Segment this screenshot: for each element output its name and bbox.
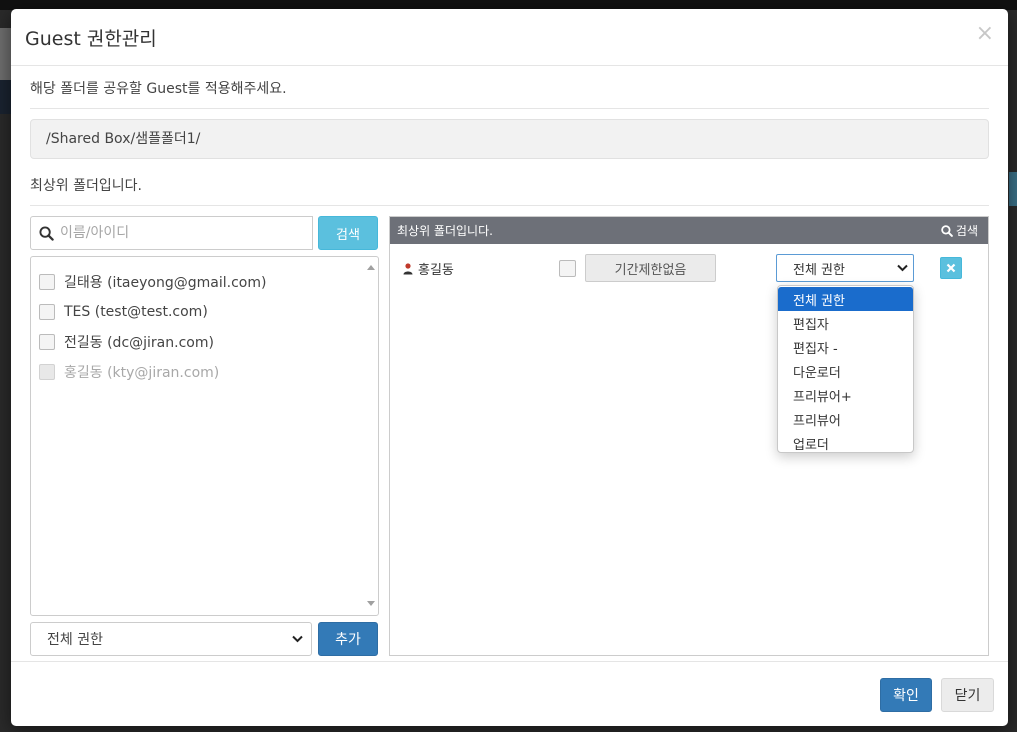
permission-select-value: 전체 권한 <box>47 632 103 648</box>
user-label: 홍길동 (kty@jiran.com) <box>64 365 220 381</box>
role-dropdown: 전체 권한 편집자 편집자 - 다운로더 프리뷰어+ 프리뷰어 업로더 <box>777 285 914 453</box>
guest-search-row: 검색 <box>30 216 379 250</box>
members-search-button[interactable]: 검색 <box>941 222 978 239</box>
role-select-value: 전체 권한 <box>793 262 845 278</box>
instruction-text: 해당 폴더를 공유할 Guest를 적용해주세요. <box>30 66 989 109</box>
role-option[interactable]: 편집자 <box>778 311 913 335</box>
user-icon <box>403 262 413 274</box>
modal-title: Guest 권한관리 <box>25 27 157 50</box>
role-select[interactable]: 전체 권한 <box>776 254 914 282</box>
list-item[interactable]: TES (test@test.com) <box>31 297 378 327</box>
period-limit-button[interactable]: 기간제한없음 <box>585 254 716 282</box>
scroll-up-arrow-icon[interactable] <box>367 265 375 270</box>
member-row: 홍길동 기간제한없음 전체 권한 <box>390 253 988 283</box>
member-name: 홍길동 <box>403 259 454 278</box>
add-row: 전체 권한 추가 <box>30 622 379 656</box>
members-search-label: 검색 <box>955 224 978 238</box>
remove-icon <box>946 263 956 273</box>
role-option[interactable]: 전체 권한 <box>778 287 913 311</box>
user-label: 길태용 (itaeyong@gmail.com) <box>64 275 267 291</box>
user-checkbox[interactable] <box>39 334 55 350</box>
role-option[interactable]: 업로더 <box>778 431 913 455</box>
search-button[interactable]: 검색 <box>318 216 378 250</box>
shared-members-panel: 최상위 폴더입니다. 검색 홍길동 기간제한없음 전체 권한 전체 권한 편집자… <box>389 216 989 656</box>
user-checkbox[interactable] <box>39 304 55 320</box>
modal-body: 해당 폴더를 공유할 Guest를 적용해주세요. /Shared Box/샘플… <box>11 66 1008 676</box>
user-checkbox <box>39 364 55 380</box>
confirm-button[interactable]: 확인 <box>880 678 932 712</box>
user-checkbox[interactable] <box>39 274 55 290</box>
search-icon <box>941 224 953 237</box>
list-item[interactable]: 전길동 (dc@jiran.com) <box>31 327 378 357</box>
modal-header: Guest 권한관리 × <box>11 9 1008 66</box>
chevron-down-icon <box>292 635 303 643</box>
guest-permission-modal: Guest 권한관리 × 해당 폴더를 공유할 Guest를 적용해주세요. /… <box>11 9 1008 726</box>
remove-member-button[interactable] <box>940 257 962 279</box>
search-icon <box>39 225 54 241</box>
add-button[interactable]: 추가 <box>318 622 378 656</box>
member-name-text: 홍길동 <box>418 263 454 278</box>
guest-user-list[interactable]: 길태용 (itaeyong@gmail.com) TES (test@test.… <box>30 256 379 616</box>
top-folder-note: 최상위 폴더입니다. <box>30 159 989 206</box>
user-label: 전길동 (dc@jiran.com) <box>64 335 214 351</box>
chevron-down-icon <box>897 264 908 272</box>
member-checkbox[interactable] <box>559 260 576 277</box>
role-option[interactable]: 편집자 - <box>778 335 913 359</box>
scroll-down-arrow-icon[interactable] <box>367 601 375 606</box>
role-option[interactable]: 프리뷰어 <box>778 407 913 431</box>
permission-select[interactable]: 전체 권한 <box>30 622 312 656</box>
modal-footer: 확인 닫기 <box>11 661 1008 726</box>
members-header: 최상위 폴더입니다. 검색 <box>390 217 988 244</box>
close-button[interactable]: 닫기 <box>941 678 994 712</box>
search-input-wrapper <box>30 216 313 250</box>
search-input[interactable] <box>60 225 290 241</box>
list-item[interactable]: 길태용 (itaeyong@gmail.com) <box>31 267 378 297</box>
folder-path: /Shared Box/샘플폴더1/ <box>30 119 989 159</box>
members-header-title: 최상위 폴더입니다. <box>397 224 493 238</box>
role-option[interactable]: 다운로더 <box>778 359 913 383</box>
role-option[interactable]: 프리뷰어+ <box>778 383 913 407</box>
guest-selector-panel: 검색 길태용 (itaeyong@gmail.com) TES (test@te… <box>30 216 379 666</box>
list-item: 홍길동 (kty@jiran.com) <box>31 357 378 387</box>
background-right-tab <box>1009 172 1017 206</box>
user-label: TES (test@test.com) <box>64 304 208 320</box>
close-icon[interactable]: × <box>976 21 994 46</box>
panels: 검색 길태용 (itaeyong@gmail.com) TES (test@te… <box>30 216 989 676</box>
